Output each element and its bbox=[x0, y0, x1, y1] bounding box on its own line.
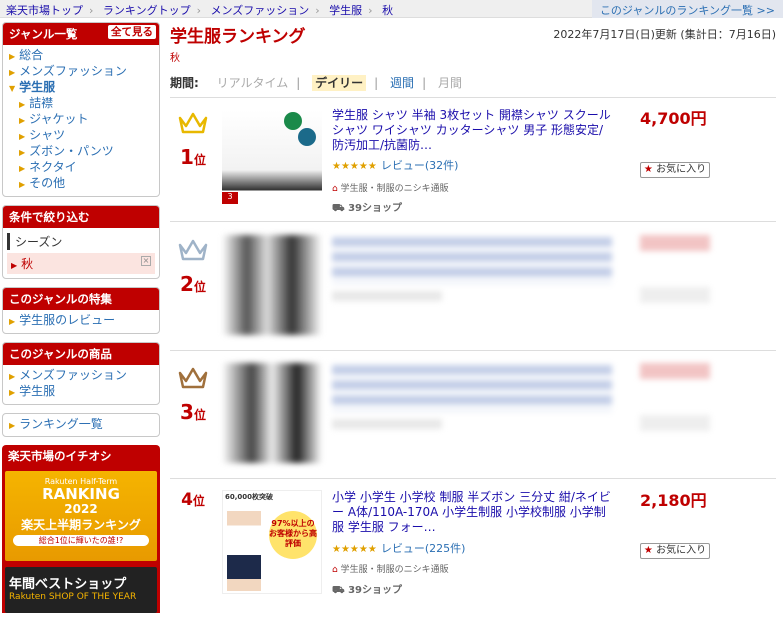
product-name-placeholder bbox=[332, 237, 612, 283]
genre-link-necktie[interactable]: ▶ ネクタイ bbox=[9, 160, 153, 176]
genre-link-shirt[interactable]: ▶ シャツ bbox=[9, 128, 153, 144]
filter-selected-autumn[interactable]: ▶ 秋 × bbox=[7, 253, 155, 274]
star-icon: ★ bbox=[643, 164, 653, 175]
truck-icon: ⛟ bbox=[332, 585, 345, 596]
child-figure bbox=[227, 511, 261, 591]
product-thumbnail[interactable] bbox=[222, 363, 322, 463]
ranking-item: 1位 3 学生服 シャツ 半袖 3枚セット 開襟シャツ スクールシャツ ワイシャ… bbox=[170, 100, 776, 222]
shop-home-icon: ⌂ bbox=[332, 565, 338, 575]
price-placeholder bbox=[640, 363, 710, 379]
genre-link-tsumeeri[interactable]: ▶ 詰襟 bbox=[9, 96, 153, 112]
shop-name[interactable]: ⌂ 学生服・制服のニシキ通販 bbox=[332, 181, 449, 194]
favorite-button[interactable]: ★ お気に入り bbox=[640, 162, 710, 178]
rank-badge: 2位 bbox=[174, 237, 212, 296]
product-name-link[interactable]: 小学 小学生 小学校 制服 半ズボン 三分丈 紺/ネイビー A体/110A-17… bbox=[332, 490, 614, 535]
review-placeholder bbox=[332, 291, 442, 301]
filter-title: 条件で絞り込む bbox=[3, 206, 159, 228]
product-link-uniform[interactable]: ▶ 学生服 bbox=[9, 384, 153, 400]
review-link[interactable]: レビュー(32件) bbox=[381, 159, 459, 172]
ranking-item: 2位 bbox=[170, 225, 776, 351]
thumb-badge: 60,000枚突破 bbox=[225, 493, 274, 501]
favorite-button[interactable]: ★ お気に入り bbox=[640, 543, 710, 559]
sidebar: ジャンル一覧 全て見る ▶ 総合 ▶ メンズファッション ▼ 学生服 ▶ 詰襟 ▶ ジャケ… bbox=[2, 22, 160, 627]
thumb-rating-circle: 97%以上のお客様から高評価 bbox=[269, 511, 317, 559]
genre-products-title: このジャンルの商品 bbox=[3, 343, 159, 365]
filter-group-season: シーズン bbox=[7, 233, 155, 250]
breadcrumb-link-top[interactable]: 楽天市場トップ bbox=[6, 4, 83, 17]
shop-count[interactable]: ⛟ 39ショップ bbox=[332, 199, 402, 216]
genre-link-all[interactable]: ▶ 総合 bbox=[9, 48, 153, 64]
ranking-item: 3位 bbox=[170, 353, 776, 479]
feature-review-link[interactable]: ▶ 学生服のレビュー bbox=[9, 313, 153, 329]
recommend-box: 楽天市場のイチオシ Rakuten Half-Term RANKING 2022… bbox=[2, 445, 160, 619]
genre-link-uniform[interactable]: ▼ 学生服 bbox=[9, 80, 153, 96]
shop-home-icon: ⌂ bbox=[332, 184, 338, 194]
truck-icon: ⛟ bbox=[332, 203, 345, 214]
price-placeholder bbox=[640, 235, 710, 251]
shop-count[interactable]: ⛟ 39ショップ bbox=[332, 581, 402, 598]
genre-link-other[interactable]: ▶ その他 bbox=[9, 176, 153, 192]
star-icon: ★ bbox=[643, 545, 653, 556]
product-price: 2,180円 bbox=[640, 491, 707, 510]
recommend-title: 楽天市場のイチオシ bbox=[2, 445, 160, 467]
feature-box: このジャンルの特集 ▶ 学生服のレビュー bbox=[2, 287, 160, 334]
rank-badge: 4位 bbox=[181, 490, 205, 510]
ranking-list: 1位 3 学生服 シャツ 半袖 3枚セット 開襟シャツ スクールシャツ ワイシャ… bbox=[170, 0, 776, 606]
product-price: 4,700円 bbox=[640, 109, 707, 128]
rank-badge: 1位 bbox=[174, 110, 212, 169]
rank-badge: 3位 bbox=[174, 365, 212, 424]
review-placeholder bbox=[332, 419, 442, 429]
shop-name[interactable]: ⌂ 学生服・制服のニシキ通販 bbox=[332, 562, 449, 575]
silver-crown-icon bbox=[178, 239, 208, 261]
ranking-2022-banner[interactable]: Rakuten Half-Term RANKING 2022 楽天上半期ランキン… bbox=[5, 471, 157, 561]
feature-title: このジャンルの特集 bbox=[3, 288, 159, 310]
fav-placeholder bbox=[640, 415, 710, 431]
product-thumbnail[interactable]: 3 bbox=[222, 110, 322, 210]
genre-list-box: ジャンル一覧 全て見る ▶ 総合 ▶ メンズファッション ▼ 学生服 ▶ 詰襟 ▶ ジャケ… bbox=[2, 22, 160, 197]
product-thumbnail[interactable]: 60,000枚突破 97%以上のお客様から高評価 bbox=[222, 490, 322, 594]
genre-products-box: このジャンルの商品 ▶ メンズファッション ▶ 学生服 bbox=[2, 342, 160, 405]
genre-link-jacket[interactable]: ▶ ジャケット bbox=[9, 112, 153, 128]
ranking-list-link[interactable]: ▶ ランキング一覧 bbox=[9, 417, 153, 433]
ranking-item: 4位 60,000枚突破 97%以上のお客様から高評価 小学 小学生 小学校 制… bbox=[170, 482, 776, 606]
genre-list-title: ジャンル一覧 bbox=[9, 27, 78, 41]
product-name-placeholder bbox=[332, 365, 612, 411]
filter-box: 条件で絞り込む シーズン ▶ 秋 × bbox=[2, 205, 160, 279]
remove-filter-icon[interactable]: × bbox=[141, 256, 151, 266]
review-stars: ★★★★★ レビュー(225件) bbox=[332, 542, 466, 555]
ranking-list-box: ▶ ランキング一覧 bbox=[2, 413, 160, 437]
fav-placeholder bbox=[640, 287, 710, 303]
bronze-crown-icon bbox=[178, 367, 208, 389]
shop-of-year-banner[interactable]: 年間ベストショップ Rakuten SHOP OF THE YEAR bbox=[5, 567, 157, 613]
review-link[interactable]: レビュー(225件) bbox=[381, 542, 466, 555]
review-stars: ★★★★★ レビュー(32件) bbox=[332, 159, 459, 172]
genre-link-mens[interactable]: ▶ メンズファッション bbox=[9, 64, 153, 80]
product-thumbnail[interactable] bbox=[222, 235, 322, 335]
product-name-link[interactable]: 学生服 シャツ 半袖 3枚セット 開襟シャツ スクールシャツ ワイシャツ カッタ… bbox=[332, 108, 614, 153]
genre-link-pants[interactable]: ▶ ズボン・パンツ bbox=[9, 144, 153, 160]
gold-crown-icon bbox=[178, 112, 208, 134]
product-link-mens[interactable]: ▶ メンズファッション bbox=[9, 368, 153, 384]
show-all-button[interactable]: 全て見る bbox=[108, 25, 156, 39]
